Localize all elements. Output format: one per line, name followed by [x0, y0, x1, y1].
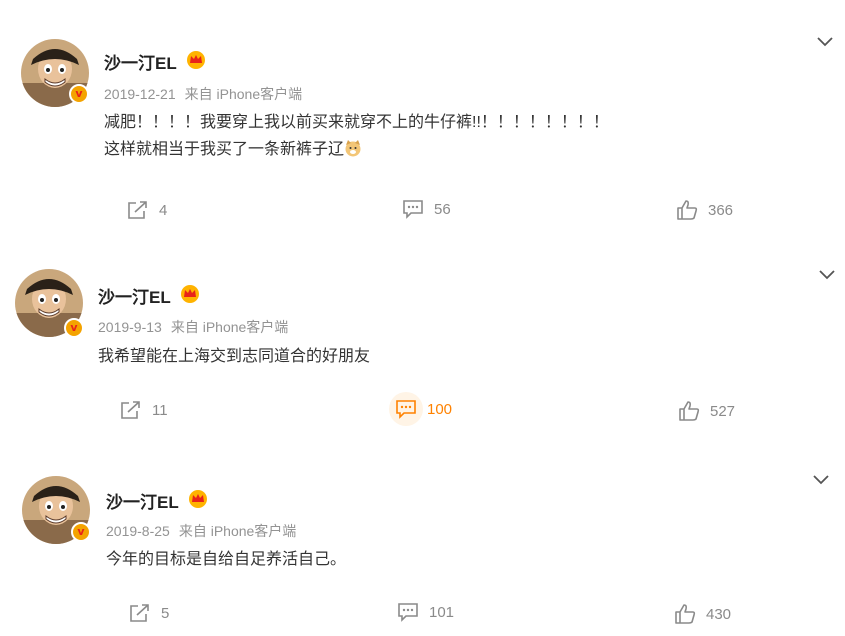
author-name[interactable]: 沙一汀EL — [98, 283, 171, 308]
comment-count: 100 — [427, 400, 453, 418]
post-text-line-wrap: 这样就相当于我买了一条新裤子辽 — [104, 136, 609, 163]
member-crown-icon — [187, 51, 205, 69]
chevron-down-icon[interactable] — [818, 269, 836, 281]
comment-button[interactable]: 101 — [397, 600, 454, 624]
verified-badge: v — [69, 84, 89, 104]
post-meta: 2019-9-13 来自 iPhone客户端 — [98, 317, 288, 337]
post-card-3: v 沙一汀EL 2019-8-25 来自 iPhone客户端 今年的目标是自给自足… — [0, 424, 845, 636]
post-text-line: 减肥！！！！我要穿上我以前买来就穿不上的牛仔裤!!！！！！！！！！ — [104, 114, 609, 131]
repost-count: 5 — [161, 604, 170, 622]
doge-emoji-icon — [345, 140, 361, 157]
verified-v-icon: v — [70, 321, 78, 334]
verified-badge: v — [64, 318, 84, 338]
like-button[interactable]: 527 — [678, 399, 735, 423]
verified-badge: v — [71, 522, 91, 542]
post-text-line: 我希望能在上海交到志同道合的好朋友 — [98, 348, 371, 365]
member-crown-icon — [189, 490, 207, 508]
member-crown-icon — [181, 285, 199, 303]
comment-icon — [396, 400, 416, 419]
post-text-line: 这样就相当于我买了一条新裤子辽 — [104, 141, 345, 158]
author-name[interactable]: 沙一汀EL — [106, 488, 179, 513]
post-card-1: v 沙一汀EL 2019-12-21 来自 iPhone客户端 减肥！！！！我要穿… — [0, 0, 845, 220]
post-meta: 2019-12-21 来自 iPhone客户端 — [104, 84, 302, 104]
post-date[interactable]: 2019-9-13 — [98, 319, 162, 335]
post-date[interactable]: 2019-8-25 — [106, 523, 170, 539]
verified-v-icon: v — [77, 525, 85, 538]
post-text: 减肥！！！！我要穿上我以前买来就穿不上的牛仔裤!!！！！！！！！！ 这样就相当于… — [104, 109, 609, 163]
verified-v-icon: v — [75, 87, 83, 100]
repost-icon — [130, 604, 149, 622]
post-source: 来自 iPhone客户端 — [170, 319, 289, 335]
chevron-down-icon[interactable] — [816, 36, 834, 48]
repost-button[interactable]: 11 — [120, 398, 168, 422]
post-text: 今年的目标是自给自足养活自己。 — [106, 546, 346, 573]
post-source: 来自 iPhone客户端 — [178, 523, 297, 539]
repost-count: 11 — [152, 401, 168, 419]
author-name[interactable]: 沙一汀EL — [104, 49, 177, 74]
post-source: 来自 iPhone客户端 — [184, 86, 303, 102]
repost-icon — [121, 401, 140, 419]
like-icon — [675, 604, 696, 624]
like-icon — [679, 401, 700, 421]
like-button[interactable]: 430 — [674, 602, 731, 626]
post-date[interactable]: 2019-12-21 — [104, 86, 176, 102]
like-count: 527 — [710, 402, 736, 420]
repost-button[interactable]: 5 — [129, 601, 169, 625]
comment-button[interactable]: 100 — [395, 397, 452, 421]
chevron-down-icon[interactable] — [812, 474, 830, 486]
comment-count: 101 — [429, 603, 455, 621]
post-text-line: 今年的目标是自给自足养活自己。 — [106, 551, 347, 568]
post-card-2: v 沙一汀EL 2019-9-13 来自 iPhone客户端 我希望能在上海交到志… — [0, 212, 845, 426]
like-count: 430 — [706, 605, 732, 623]
post-text: 我希望能在上海交到志同道合的好朋友 — [98, 343, 370, 370]
comment-icon — [398, 603, 418, 622]
post-meta: 2019-8-25 来自 iPhone客户端 — [106, 521, 296, 541]
